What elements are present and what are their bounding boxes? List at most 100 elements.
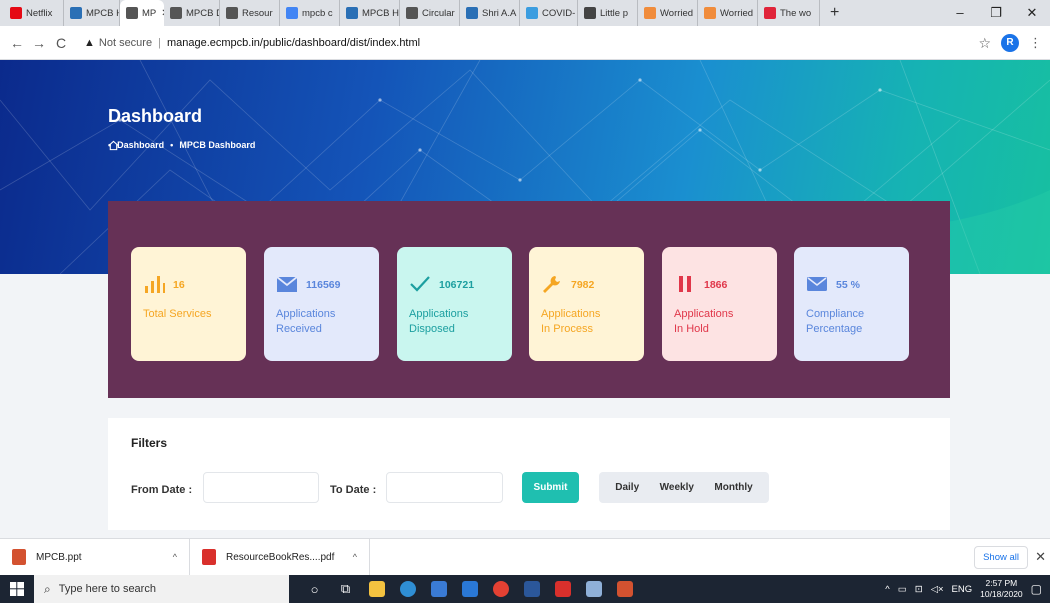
new-tab-button[interactable]: +: [820, 4, 849, 22]
stat-value: 7982: [571, 279, 595, 291]
stat-card[interactable]: 116569 Applications Received: [264, 247, 379, 361]
clock-date: 10/18/2020: [980, 589, 1023, 599]
browser-tab[interactable]: Little p: [578, 0, 638, 26]
browser-tab[interactable]: MPCB H: [64, 0, 120, 26]
browser-tab[interactable]: mpcb c: [280, 0, 340, 26]
minimize-button[interactable]: –: [942, 0, 978, 26]
browser-tab[interactable]: The wo: [758, 0, 820, 26]
browser-tab[interactable]: Circular: [400, 0, 460, 26]
mail-app-icon[interactable]: [454, 575, 485, 603]
browser-tab[interactable]: COVID-: [520, 0, 578, 26]
period-monthly-button[interactable]: Monthly: [714, 482, 752, 493]
tab-title: Resour: [242, 7, 273, 19]
start-button[interactable]: [0, 575, 34, 603]
edge-icon[interactable]: [392, 575, 423, 603]
tab-title: MPCB H: [86, 7, 120, 19]
url-text[interactable]: manage.ecmpcb.in/public/dashboard/dist/i…: [167, 37, 420, 49]
word-icon[interactable]: [516, 575, 547, 603]
store-icon[interactable]: [423, 575, 454, 603]
restore-button[interactable]: ❐: [978, 0, 1014, 26]
chrome-icon[interactable]: [485, 575, 516, 603]
browser-tab[interactable]: Shri A.A: [460, 0, 520, 26]
stat-label-line: Percentage: [806, 323, 863, 335]
chevron-up-icon[interactable]: ^: [353, 552, 357, 562]
stat-label-line: Total Services: [143, 308, 212, 320]
browser-tab[interactable]: MPCB H: [340, 0, 400, 26]
download-filename: MPCB.ppt: [36, 551, 82, 563]
th-icon: [584, 7, 596, 19]
menu-kebab-icon[interactable]: ⋮: [1029, 35, 1042, 51]
breadcrumb: • Dashboard • MPCB Dashboard: [108, 140, 255, 151]
mpcb-icon: [346, 7, 358, 19]
security-status: Not secure: [98, 36, 153, 49]
tab-title: Shri A.A: [482, 7, 517, 19]
file-explorer-icon[interactable]: [361, 575, 392, 603]
from-date-input[interactable]: [203, 472, 319, 503]
close-window-button[interactable]: ✕: [1014, 0, 1050, 26]
volume-muted-icon[interactable]: ◁×: [931, 584, 944, 595]
tab-title: Circular: [422, 7, 455, 19]
stat-label: Applications Disposed: [409, 307, 500, 337]
filters-panel: Filters From Date : To Date : Submit Dai…: [108, 418, 950, 530]
stat-label-line: In Process: [541, 323, 593, 335]
forward-icon[interactable]: →: [28, 35, 50, 51]
chevron-up-icon[interactable]: ^: [173, 552, 177, 562]
browser-tab[interactable]: Worried: [698, 0, 758, 26]
close-download-bar-icon[interactable]: ✕: [1035, 549, 1046, 565]
paint-icon[interactable]: [578, 575, 609, 603]
stat-label: Applications In Process: [541, 307, 632, 337]
tray-chevron-icon[interactable]: ^: [885, 584, 889, 595]
stat-card[interactable]: 7982 Applications In Process: [529, 247, 644, 361]
globe-icon: [170, 7, 182, 19]
breadcrumb-item-dashboard[interactable]: Dashboard: [117, 140, 164, 150]
taskbar-search[interactable]: ⌕ Type here to search: [34, 575, 289, 603]
battery-icon[interactable]: ▭: [898, 584, 907, 595]
cortana-icon[interactable]: ○: [299, 575, 330, 603]
pause-icon: [674, 274, 696, 297]
submit-button[interactable]: Submit: [522, 472, 579, 503]
omnibox[interactable]: ▲ Not secure | manage.ecmpcb.in/public/d…: [84, 37, 420, 49]
task-view-icon[interactable]: ⧉: [330, 575, 361, 603]
profile-avatar[interactable]: R: [1001, 34, 1019, 52]
browser-tab[interactable]: Resour: [220, 0, 280, 26]
to-date-input[interactable]: [386, 472, 503, 503]
window-controls: – ❐ ✕: [942, 0, 1050, 26]
input-language[interactable]: ENG: [952, 584, 973, 595]
globe-icon: [126, 7, 138, 19]
notifications-icon[interactable]: ▢: [1031, 582, 1042, 596]
netflix-icon: [10, 7, 22, 19]
taskbar-apps: ○ ⧉: [299, 575, 640, 603]
app-tile: [585, 581, 602, 597]
stat-card[interactable]: 1866 Applications In Hold: [662, 247, 777, 361]
download-item[interactable]: ResourceBookRes....pdf ^: [190, 538, 370, 576]
browser-tab[interactable]: Worried: [638, 0, 698, 26]
stat-card[interactable]: 55 % Compliance Percentage: [794, 247, 909, 361]
powerpoint-icon[interactable]: [609, 575, 640, 603]
stat-label-line: Applications: [674, 308, 734, 320]
network-icon[interactable]: ⊡: [915, 584, 923, 595]
browser-tab[interactable]: MPCB D: [164, 0, 220, 26]
download-item[interactable]: MPCB.ppt ^: [0, 538, 190, 576]
show-all-button[interactable]: Show all: [974, 546, 1028, 569]
period-toggle: Daily Weekly Monthly: [599, 472, 769, 503]
stat-card[interactable]: 106721 Applications Disposed: [397, 247, 512, 361]
period-daily-button[interactable]: Daily: [615, 482, 639, 493]
app-tile: [399, 581, 416, 597]
browser-tab[interactable]: Netflix: [4, 0, 64, 26]
clock[interactable]: 2:57 PM 10/18/2020: [980, 578, 1023, 600]
period-weekly-button[interactable]: Weekly: [660, 482, 694, 493]
browser-tab[interactable]: MP✕: [120, 0, 164, 26]
acrobat-icon[interactable]: [547, 575, 578, 603]
stats-panel: 16 Total Services 116569 Applications Receiv…: [108, 201, 950, 398]
back-icon[interactable]: ←: [6, 35, 28, 51]
stat-label: Compliance Percentage: [806, 307, 897, 337]
stat-card[interactable]: 16 Total Services: [131, 247, 246, 361]
app-tile: [461, 581, 478, 597]
home-icon[interactable]: [108, 140, 119, 151]
globe-icon: [406, 7, 418, 19]
from-date-label: From Date :: [131, 484, 193, 496]
download-filename: ResourceBookRes....pdf: [226, 551, 335, 563]
bookmark-star-icon[interactable]: ☆: [978, 35, 991, 52]
reload-icon[interactable]: C: [50, 35, 72, 51]
stat-label-line: Compliance: [806, 308, 865, 320]
